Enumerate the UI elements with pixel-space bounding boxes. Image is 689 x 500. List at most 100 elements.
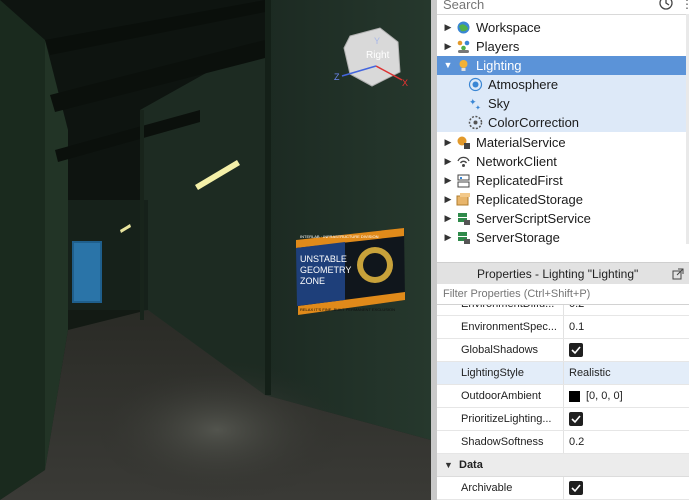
poster-line-2: GEOMETRY [300, 265, 351, 275]
server-script-icon [458, 213, 470, 225]
explorer-search-row: ⋮ [437, 0, 689, 15]
server-storage-icon [458, 232, 470, 244]
property-value[interactable]: [0, 0, 0] [586, 385, 623, 407]
property-row[interactable]: EnvironmentSpec... 0.1 [437, 316, 689, 339]
properties-title: Properties - Lighting "Lighting" [477, 267, 639, 281]
properties-filter-input[interactable] [443, 285, 683, 303]
replicated-storage-icon [456, 193, 470, 206]
property-row[interactable]: ShadowSoftness 0.2 [437, 431, 689, 454]
tree-item-label: ReplicatedStorage [476, 192, 583, 207]
tree-item-replicatedfirst[interactable]: ▶ ReplicatedFirst [437, 171, 689, 190]
replicated-first-icon [457, 174, 470, 188]
tree-item-replicatedstorage[interactable]: ▶ ReplicatedStorage [437, 190, 689, 209]
property-name: PrioritizeLighting... [461, 413, 552, 425]
properties-filter-row [437, 284, 689, 305]
tree-item-colorcorrection[interactable]: ColorCorrection [437, 113, 689, 132]
property-name: OutdoorAmbient [461, 390, 542, 402]
tree-item-label: MaterialService [476, 135, 566, 150]
right-panel: ⋮ ▶ Workspace ▶ Players ▼ Lighting [437, 0, 689, 500]
tree-item-networkclient[interactable]: ▶ NetworkClient [437, 152, 689, 171]
history-icon[interactable] [657, 0, 675, 12]
property-name: EnvironmentDiffu... [461, 305, 561, 315]
axis-y-label: Y [374, 36, 380, 46]
material-service-icon [457, 136, 470, 149]
tree-item-label: ServerStorage [476, 230, 560, 245]
property-name: GlobalShadows [461, 344, 539, 356]
color-correction-icon [468, 115, 483, 130]
section-label: Data [459, 459, 483, 471]
explorer-panel: ⋮ ▶ Workspace ▶ Players ▼ Lighting [437, 0, 689, 258]
expand-arrow-icon[interactable]: ▶ [443, 228, 453, 247]
poster-line-3: ZONE [300, 276, 325, 286]
tree-item-label: ReplicatedFirst [476, 173, 563, 188]
checkmark-icon [571, 484, 581, 493]
tree-item-serverscriptservice[interactable]: ▶ ServerScriptService [437, 209, 689, 228]
expand-arrow-icon[interactable]: ▶ [443, 18, 453, 37]
property-name: Archivable [461, 482, 513, 494]
tree-item-label: Players [476, 39, 520, 54]
network-icon [457, 156, 470, 167]
tree-item-sky[interactable]: ✦ ✦ Sky [437, 94, 689, 113]
tree-item-label: ColorCorrection [488, 115, 580, 130]
players-icon [457, 40, 470, 53]
atmosphere-icon [468, 77, 483, 92]
tree-item-label: NetworkClient [476, 154, 557, 169]
tree-item-label: Sky [488, 96, 510, 111]
property-value[interactable]: 0.1 [569, 316, 584, 338]
axis-z-label: Z [334, 72, 340, 82]
expand-arrow-icon[interactable]: ▶ [443, 152, 453, 171]
expand-arrow-icon[interactable]: ▶ [443, 209, 453, 228]
expand-arrow-icon[interactable]: ▶ [443, 37, 453, 56]
lightbulb-icon [459, 60, 468, 71]
property-checkbox[interactable] [569, 481, 583, 495]
view-cube[interactable]: Right Y X Z [332, 22, 412, 102]
property-name: LightingStyle [461, 367, 524, 379]
tree-item-players[interactable]: ▶ Players [437, 37, 689, 56]
sky-icon: ✦✦ [469, 97, 481, 111]
tree-item-label: Lighting [476, 58, 522, 73]
color-swatch[interactable] [569, 391, 580, 402]
property-value[interactable]: Realistic [569, 362, 611, 384]
property-row[interactable]: Archivable [437, 477, 689, 500]
tree-item-workspace[interactable]: ▶ Workspace [437, 18, 689, 37]
property-row[interactable]: EnvironmentDiffu... 0.2 [437, 305, 689, 316]
svg-text:✦: ✦ [475, 104, 481, 111]
checkmark-icon [571, 415, 581, 424]
property-checkbox[interactable] [569, 412, 583, 426]
tree-item-atmosphere[interactable]: Atmosphere [437, 75, 689, 94]
expand-arrow-icon[interactable]: ▶ [443, 171, 453, 190]
tree-item-serverstorage[interactable]: ▶ ServerStorage [437, 228, 689, 247]
property-row[interactable]: GlobalShadows [437, 339, 689, 362]
property-row[interactable]: PrioritizeLighting... [437, 408, 689, 431]
property-section-data[interactable]: ▼ Data [437, 454, 689, 477]
expand-arrow-icon[interactable]: ▶ [443, 190, 453, 209]
3d-viewport[interactable]: INTERLAB · INFRASTRUCTURE DIVISION UNSTA… [0, 0, 431, 500]
property-value[interactable]: 0.2 [569, 305, 584, 315]
checkmark-icon [571, 346, 581, 355]
property-row[interactable]: LightingStyle Realistic [437, 362, 689, 385]
view-cube-face-label: Right [366, 50, 390, 61]
property-checkbox[interactable] [569, 343, 583, 357]
poster-line-1: UNSTABLE [300, 254, 347, 264]
property-row[interactable]: OutdoorAmbient [0, 0, 0] [437, 385, 689, 408]
poster-header: INTERLAB · INFRASTRUCTURE DIVISION [300, 234, 379, 239]
undock-icon[interactable] [672, 268, 684, 280]
property-name: EnvironmentSpec... [461, 321, 557, 333]
properties-grid: EnvironmentDiffu... 0.2 EnvironmentSpec.… [437, 305, 689, 500]
property-name: ShadowSoftness [461, 436, 544, 448]
collapse-arrow-icon[interactable]: ▼ [443, 56, 453, 75]
axis-x-label: X [402, 78, 408, 88]
expand-arrow-icon[interactable]: ▶ [443, 133, 453, 152]
tree-item-label: Atmosphere [488, 77, 559, 92]
poster-footer: RELAX IT'S FINE, BUILT PERMANENT EXCLUSI… [300, 307, 395, 312]
tree-item-lighting[interactable]: ▼ Lighting [437, 56, 689, 75]
explorer-search-input[interactable] [443, 0, 653, 13]
properties-header: Properties - Lighting "Lighting" [437, 262, 689, 285]
more-icon[interactable]: ⋮ [681, 0, 689, 11]
tree-item-label: Workspace [476, 20, 541, 35]
property-value[interactable]: 0.2 [569, 431, 584, 453]
collapse-arrow-icon[interactable]: ▼ [444, 454, 453, 476]
warning-poster: INTERLAB · INFRASTRUCTURE DIVISION UNSTA… [296, 228, 405, 315]
tree-item-materialservice[interactable]: ▶ MaterialService [437, 133, 689, 152]
tree-item-label: ServerScriptService [476, 211, 591, 226]
